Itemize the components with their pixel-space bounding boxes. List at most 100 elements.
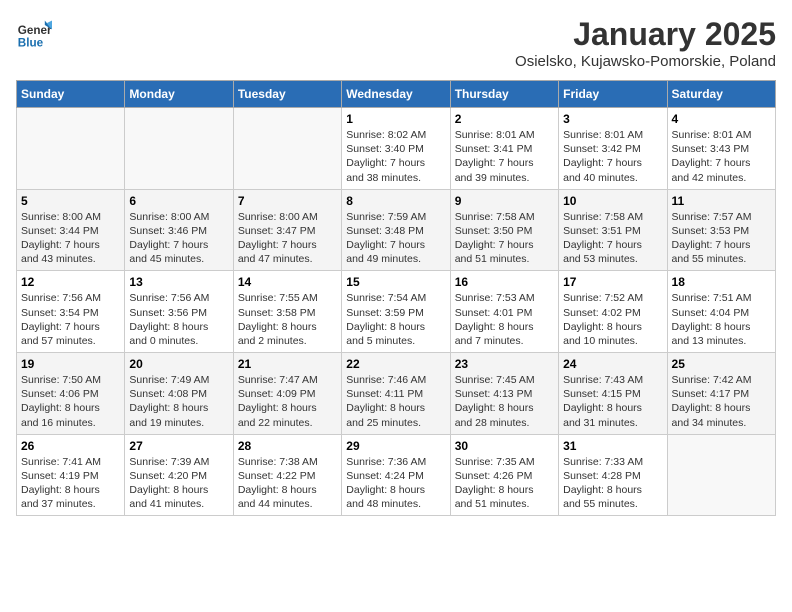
weekday-header-thursday: Thursday (450, 81, 558, 108)
calendar-cell: 13 Sunrise: 7:56 AMSunset: 3:56 PMDayligh… (125, 271, 233, 353)
weekday-header-friday: Friday (559, 81, 667, 108)
calendar-cell: 6 Sunrise: 8:00 AMSunset: 3:46 PMDaylight… (125, 189, 233, 271)
day-info: Sunrise: 7:46 AMSunset: 4:11 PMDaylight:… (346, 373, 445, 430)
day-number: 10 (563, 194, 662, 208)
day-info: Sunrise: 7:42 AMSunset: 4:17 PMDaylight:… (672, 373, 771, 430)
calendar-week-row: 12 Sunrise: 7:56 AMSunset: 3:54 PMDayligh… (17, 271, 776, 353)
day-number: 31 (563, 439, 662, 453)
calendar-cell: 12 Sunrise: 7:56 AMSunset: 3:54 PMDayligh… (17, 271, 125, 353)
location-subtitle: Osielsko, Kujawsko-Pomorskie, Poland (515, 53, 776, 70)
calendar-cell (125, 108, 233, 190)
day-number: 13 (129, 275, 228, 289)
day-number: 17 (563, 275, 662, 289)
calendar-cell: 27 Sunrise: 7:39 AMSunset: 4:20 PMDayligh… (125, 434, 233, 516)
calendar-cell: 4 Sunrise: 8:01 AMSunset: 3:43 PMDaylight… (667, 108, 775, 190)
day-info: Sunrise: 7:35 AMSunset: 4:26 PMDaylight:… (455, 455, 554, 512)
day-number: 22 (346, 357, 445, 371)
day-info: Sunrise: 7:33 AMSunset: 4:28 PMDaylight:… (563, 455, 662, 512)
day-info: Sunrise: 7:52 AMSunset: 4:02 PMDaylight:… (563, 291, 662, 348)
day-info: Sunrise: 7:50 AMSunset: 4:06 PMDaylight:… (21, 373, 120, 430)
month-title: January 2025 (515, 16, 776, 53)
calendar-cell: 9 Sunrise: 7:58 AMSunset: 3:50 PMDaylight… (450, 189, 558, 271)
day-info: Sunrise: 7:51 AMSunset: 4:04 PMDaylight:… (672, 291, 771, 348)
day-number: 4 (672, 112, 771, 126)
day-info: Sunrise: 8:00 AMSunset: 3:46 PMDaylight:… (129, 210, 228, 267)
day-number: 27 (129, 439, 228, 453)
calendar-cell: 30Sunrise: 7:35 AMSunset: 4:26 PMDayligh… (450, 434, 558, 516)
day-info: Sunrise: 7:41 AMSunset: 4:19 PMDaylight:… (21, 455, 120, 512)
calendar-cell: 23Sunrise: 7:45 AMSunset: 4:13 PMDayligh… (450, 353, 558, 435)
day-number: 24 (563, 357, 662, 371)
calendar-cell: 28Sunrise: 7:38 AMSunset: 4:22 PMDayligh… (233, 434, 341, 516)
title-block: January 2025 Osielsko, Kujawsko-Pomorski… (515, 16, 776, 70)
day-number: 9 (455, 194, 554, 208)
day-info: Sunrise: 8:01 AMSunset: 3:41 PMDaylight:… (455, 128, 554, 185)
day-info: Sunrise: 8:01 AMSunset: 3:42 PMDaylight:… (563, 128, 662, 185)
day-number: 12 (21, 275, 120, 289)
day-info: Sunrise: 8:02 AMSunset: 3:40 PMDaylight:… (346, 128, 445, 185)
day-number: 15 (346, 275, 445, 289)
calendar-cell: 26 Sunrise: 7:41 AMSunset: 4:19 PMDayligh… (17, 434, 125, 516)
calendar-cell: 24Sunrise: 7:43 AMSunset: 4:15 PMDayligh… (559, 353, 667, 435)
day-info: Sunrise: 7:45 AMSunset: 4:13 PMDaylight:… (455, 373, 554, 430)
day-number: 26 (21, 439, 120, 453)
day-info: Sunrise: 8:00 AMSunset: 3:47 PMDaylight:… (238, 210, 337, 267)
calendar-table: SundayMondayTuesdayWednesdayThursdayFrid… (16, 80, 776, 516)
day-info: Sunrise: 7:57 AMSunset: 3:53 PMDaylight:… (672, 210, 771, 267)
calendar-cell: 14Sunrise: 7:55 AMSunset: 3:58 PMDayligh… (233, 271, 341, 353)
calendar-cell: 11 Sunrise: 7:57 AMSunset: 3:53 PMDayligh… (667, 189, 775, 271)
calendar-cell (17, 108, 125, 190)
calendar-cell: 19 Sunrise: 7:50 AMSunset: 4:06 PMDayligh… (17, 353, 125, 435)
day-number: 18 (672, 275, 771, 289)
calendar-cell: 10Sunrise: 7:58 AMSunset: 3:51 PMDayligh… (559, 189, 667, 271)
calendar-cell: 5Sunrise: 8:00 AMSunset: 3:44 PMDaylight… (17, 189, 125, 271)
day-number: 29 (346, 439, 445, 453)
day-info: Sunrise: 7:59 AMSunset: 3:48 PMDaylight:… (346, 210, 445, 267)
calendar-cell: 29Sunrise: 7:36 AMSunset: 4:24 PMDayligh… (342, 434, 450, 516)
day-number: 1 (346, 112, 445, 126)
weekday-header-sunday: Sunday (17, 81, 125, 108)
svg-text:Blue: Blue (18, 37, 44, 50)
day-number: 25 (672, 357, 771, 371)
day-number: 7 (238, 194, 337, 208)
calendar-week-row: 19 Sunrise: 7:50 AMSunset: 4:06 PMDayligh… (17, 353, 776, 435)
calendar-week-row: 26 Sunrise: 7:41 AMSunset: 4:19 PMDayligh… (17, 434, 776, 516)
calendar-cell: 22 Sunrise: 7:46 AMSunset: 4:11 PMDayligh… (342, 353, 450, 435)
day-number: 8 (346, 194, 445, 208)
calendar-week-row: 5Sunrise: 8:00 AMSunset: 3:44 PMDaylight… (17, 189, 776, 271)
day-info: Sunrise: 7:39 AMSunset: 4:20 PMDaylight:… (129, 455, 228, 512)
calendar-cell: 3 Sunrise: 8:01 AMSunset: 3:42 PMDaylight… (559, 108, 667, 190)
day-number: 3 (563, 112, 662, 126)
day-number: 16 (455, 275, 554, 289)
calendar-cell: 2 Sunrise: 8:01 AMSunset: 3:41 PMDaylight… (450, 108, 558, 190)
day-info: Sunrise: 7:58 AMSunset: 3:50 PMDaylight:… (455, 210, 554, 267)
logo: General Blue General Blue (16, 16, 52, 52)
day-number: 19 (21, 357, 120, 371)
calendar-cell: 25 Sunrise: 7:42 AMSunset: 4:17 PMDayligh… (667, 353, 775, 435)
calendar-cell: 16 Sunrise: 7:53 AMSunset: 4:01 PMDayligh… (450, 271, 558, 353)
day-number: 11 (672, 194, 771, 208)
day-info: Sunrise: 8:00 AMSunset: 3:44 PMDaylight:… (21, 210, 120, 267)
day-number: 21 (238, 357, 337, 371)
logo-icon: General Blue (16, 16, 52, 52)
day-number: 2 (455, 112, 554, 126)
day-number: 28 (238, 439, 337, 453)
day-info: Sunrise: 7:54 AMSunset: 3:59 PMDaylight:… (346, 291, 445, 348)
calendar-cell: 17 Sunrise: 7:52 AMSunset: 4:02 PMDayligh… (559, 271, 667, 353)
day-info: Sunrise: 7:56 AMSunset: 3:54 PMDaylight:… (21, 291, 120, 348)
day-number: 14 (238, 275, 337, 289)
weekday-header-row: SundayMondayTuesdayWednesdayThursdayFrid… (17, 81, 776, 108)
calendar-cell: 21 Sunrise: 7:47 AMSunset: 4:09 PMDayligh… (233, 353, 341, 435)
day-info: Sunrise: 7:49 AMSunset: 4:08 PMDaylight:… (129, 373, 228, 430)
day-number: 20 (129, 357, 228, 371)
day-info: Sunrise: 7:47 AMSunset: 4:09 PMDaylight:… (238, 373, 337, 430)
calendar-cell: 18 Sunrise: 7:51 AMSunset: 4:04 PMDayligh… (667, 271, 775, 353)
calendar-week-row: 1 Sunrise: 8:02 AMSunset: 3:40 PMDaylight… (17, 108, 776, 190)
calendar-cell: 31 Sunrise: 7:33 AMSunset: 4:28 PMDayligh… (559, 434, 667, 516)
day-info: Sunrise: 7:53 AMSunset: 4:01 PMDaylight:… (455, 291, 554, 348)
day-number: 6 (129, 194, 228, 208)
calendar-cell (667, 434, 775, 516)
calendar-cell: 20 Sunrise: 7:49 AMSunset: 4:08 PMDayligh… (125, 353, 233, 435)
day-info: Sunrise: 7:56 AMSunset: 3:56 PMDaylight:… (129, 291, 228, 348)
day-info: Sunrise: 8:01 AMSunset: 3:43 PMDaylight:… (672, 128, 771, 185)
